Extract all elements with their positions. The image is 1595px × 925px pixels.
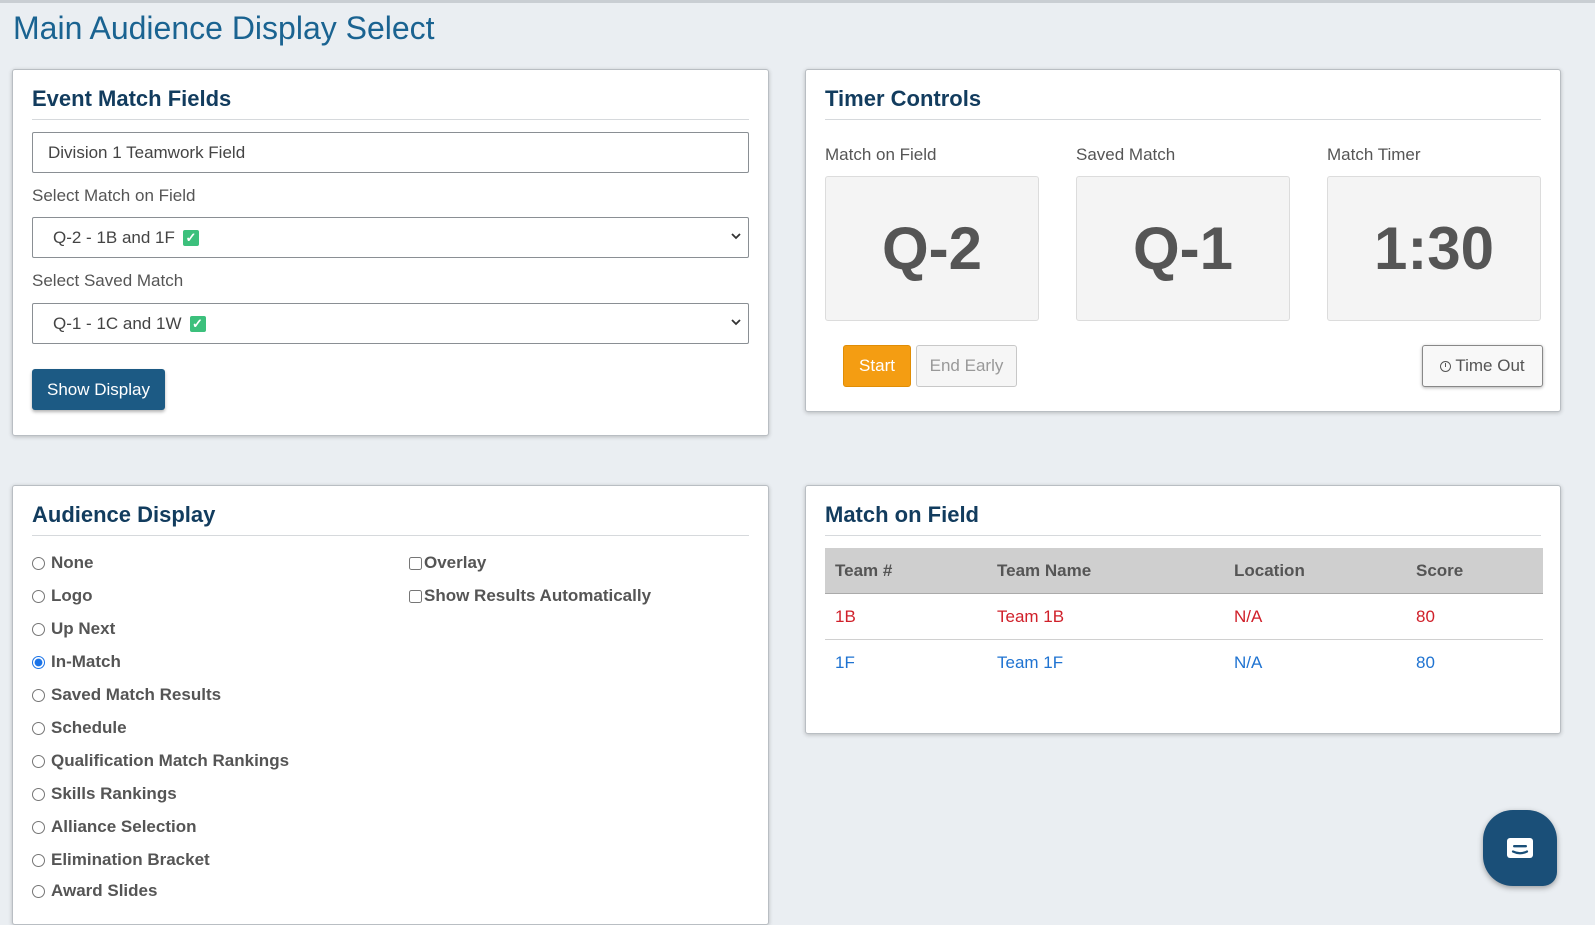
option-label: Elimination Bracket	[51, 850, 210, 869]
match-on-field-card: Match on Field Team # Team Name Location…	[805, 485, 1561, 734]
event-match-fields-card: Event Match Fields Division 1 Teamwork F…	[12, 69, 769, 436]
header-score: Score	[1406, 548, 1543, 594]
event-match-fields-title: Event Match Fields	[32, 86, 232, 111]
check-icon: ✓	[182, 229, 199, 246]
option-qualification-rankings[interactable]: Qualification Match Rankings	[32, 751, 289, 771]
divider	[825, 119, 1541, 120]
option-label: Saved Match Results	[51, 685, 222, 704]
timer-controls-card: Timer Controls Match on Field Q-2 Saved …	[805, 69, 1561, 412]
show-results-checkbox-row[interactable]: Show Results Automatically	[409, 586, 651, 606]
team-name: Team 1B	[987, 593, 1224, 640]
radio-elimination-bracket[interactable]	[32, 853, 45, 867]
radio-qualification-rankings[interactable]	[32, 754, 45, 768]
saved-match-label: Saved Match	[1076, 145, 1176, 164]
radio-in-match[interactable]	[32, 655, 45, 669]
team-score: 80	[1406, 593, 1543, 640]
option-in-match[interactable]: In-Match	[32, 652, 121, 672]
radio-skills-rankings[interactable]	[32, 787, 45, 801]
divider	[32, 535, 749, 536]
page-title: Main Audience Display Select	[13, 10, 435, 46]
field-value: Division 1 Teamwork Field	[48, 142, 246, 162]
radio-schedule[interactable]	[32, 721, 45, 735]
top-shadow	[0, 0, 1595, 3]
clock-icon	[1440, 360, 1452, 372]
radio-saved-match-results[interactable]	[32, 688, 45, 702]
option-label: Award Slides	[51, 881, 158, 900]
team-location: N/A	[1224, 593, 1406, 640]
team-name: Team 1F	[997, 652, 1064, 672]
header-team-name: Team Name	[987, 548, 1224, 594]
radio-up-next[interactable]	[32, 622, 45, 636]
overlay-label: Overlay	[424, 553, 487, 572]
option-label: Up Next	[51, 619, 116, 638]
show-display-button[interactable]: Show Display	[32, 369, 165, 410]
show-results-checkbox[interactable]	[409, 589, 422, 603]
audience-display-card: Audience Display None Logo Up Next In-Ma…	[12, 485, 769, 925]
table-row: 1B Team 1B N/A 80	[825, 593, 1543, 640]
header-team-number: Team #	[825, 548, 987, 594]
field-display: Division 1 Teamwork Field	[32, 132, 749, 173]
chevron-down-icon	[730, 229, 742, 245]
divider	[32, 119, 749, 120]
time-out-button[interactable]: Time Out	[1422, 345, 1543, 387]
radio-logo[interactable]	[32, 589, 45, 603]
option-up-next[interactable]: Up Next	[32, 619, 115, 639]
option-skills-rankings[interactable]: Skills Rankings	[32, 784, 177, 804]
team-number: 1B	[825, 593, 987, 640]
option-label: In-Match	[51, 652, 121, 671]
chevron-down-icon	[730, 315, 742, 331]
chat-button[interactable]	[1483, 810, 1557, 886]
option-schedule[interactable]: Schedule	[32, 718, 127, 738]
match-on-field-label: Match on Field	[825, 145, 937, 164]
match-on-field-title: Match on Field	[825, 502, 979, 527]
option-award-slides[interactable]: Award Slides	[32, 881, 157, 901]
show-results-label: Show Results Automatically	[424, 586, 652, 605]
match-on-field-value: Q-2	[825, 176, 1039, 321]
option-label: Logo	[51, 586, 93, 605]
match-table: Team # Team Name Location Score 1B Team …	[825, 548, 1543, 685]
option-none[interactable]: None	[32, 553, 94, 573]
option-saved-match-results[interactable]: Saved Match Results	[32, 685, 221, 705]
timer-controls-title: Timer Controls	[825, 86, 982, 111]
table-row: 1F Team 1F N/A 80	[825, 640, 1543, 686]
select-saved-dropdown[interactable]: Q-1 - 1C and 1W ✓	[32, 303, 749, 344]
saved-match-value: Q-1	[1076, 176, 1290, 321]
option-label: Skills Rankings	[51, 784, 177, 803]
option-alliance-selection[interactable]: Alliance Selection	[32, 817, 197, 837]
select-saved-value: Q-1 - 1C and 1W	[53, 313, 182, 333]
select-saved-label: Select Saved Match	[32, 271, 184, 290]
overlay-checkbox[interactable]	[409, 556, 422, 570]
divider	[825, 535, 1541, 536]
team-score: 80	[1416, 652, 1435, 672]
select-match-dropdown[interactable]: Q-2 - 1B and 1F ✓	[32, 217, 749, 258]
audience-display-title: Audience Display	[32, 502, 216, 527]
select-match-value: Q-2 - 1B and 1F	[53, 227, 175, 247]
check-icon: ✓	[189, 315, 206, 332]
option-label: Alliance Selection	[51, 817, 197, 836]
select-match-label: Select Match on Field	[32, 186, 196, 205]
radio-award-slides[interactable]	[32, 884, 45, 898]
radio-alliance-selection[interactable]	[32, 820, 45, 834]
radio-none[interactable]	[32, 556, 45, 570]
header-location: Location	[1224, 548, 1406, 594]
option-label: None	[51, 553, 94, 572]
option-label: Schedule	[51, 718, 127, 737]
match-timer-value: 1:30	[1327, 176, 1541, 321]
option-label: Qualification Match Rankings	[51, 751, 290, 770]
end-early-button[interactable]: End Early	[916, 345, 1017, 387]
match-timer-label: Match Timer	[1327, 145, 1421, 164]
start-button[interactable]: Start	[843, 345, 911, 387]
team-number: 1F	[835, 652, 855, 672]
option-elimination-bracket[interactable]: Elimination Bracket	[32, 850, 210, 870]
chat-icon	[1507, 838, 1533, 858]
overlay-checkbox-row[interactable]: Overlay	[409, 553, 486, 573]
table-header-row: Team # Team Name Location Score	[825, 548, 1543, 594]
option-logo[interactable]: Logo	[32, 586, 93, 606]
team-location: N/A	[1234, 652, 1263, 672]
time-out-label: Time Out	[1455, 356, 1525, 375]
